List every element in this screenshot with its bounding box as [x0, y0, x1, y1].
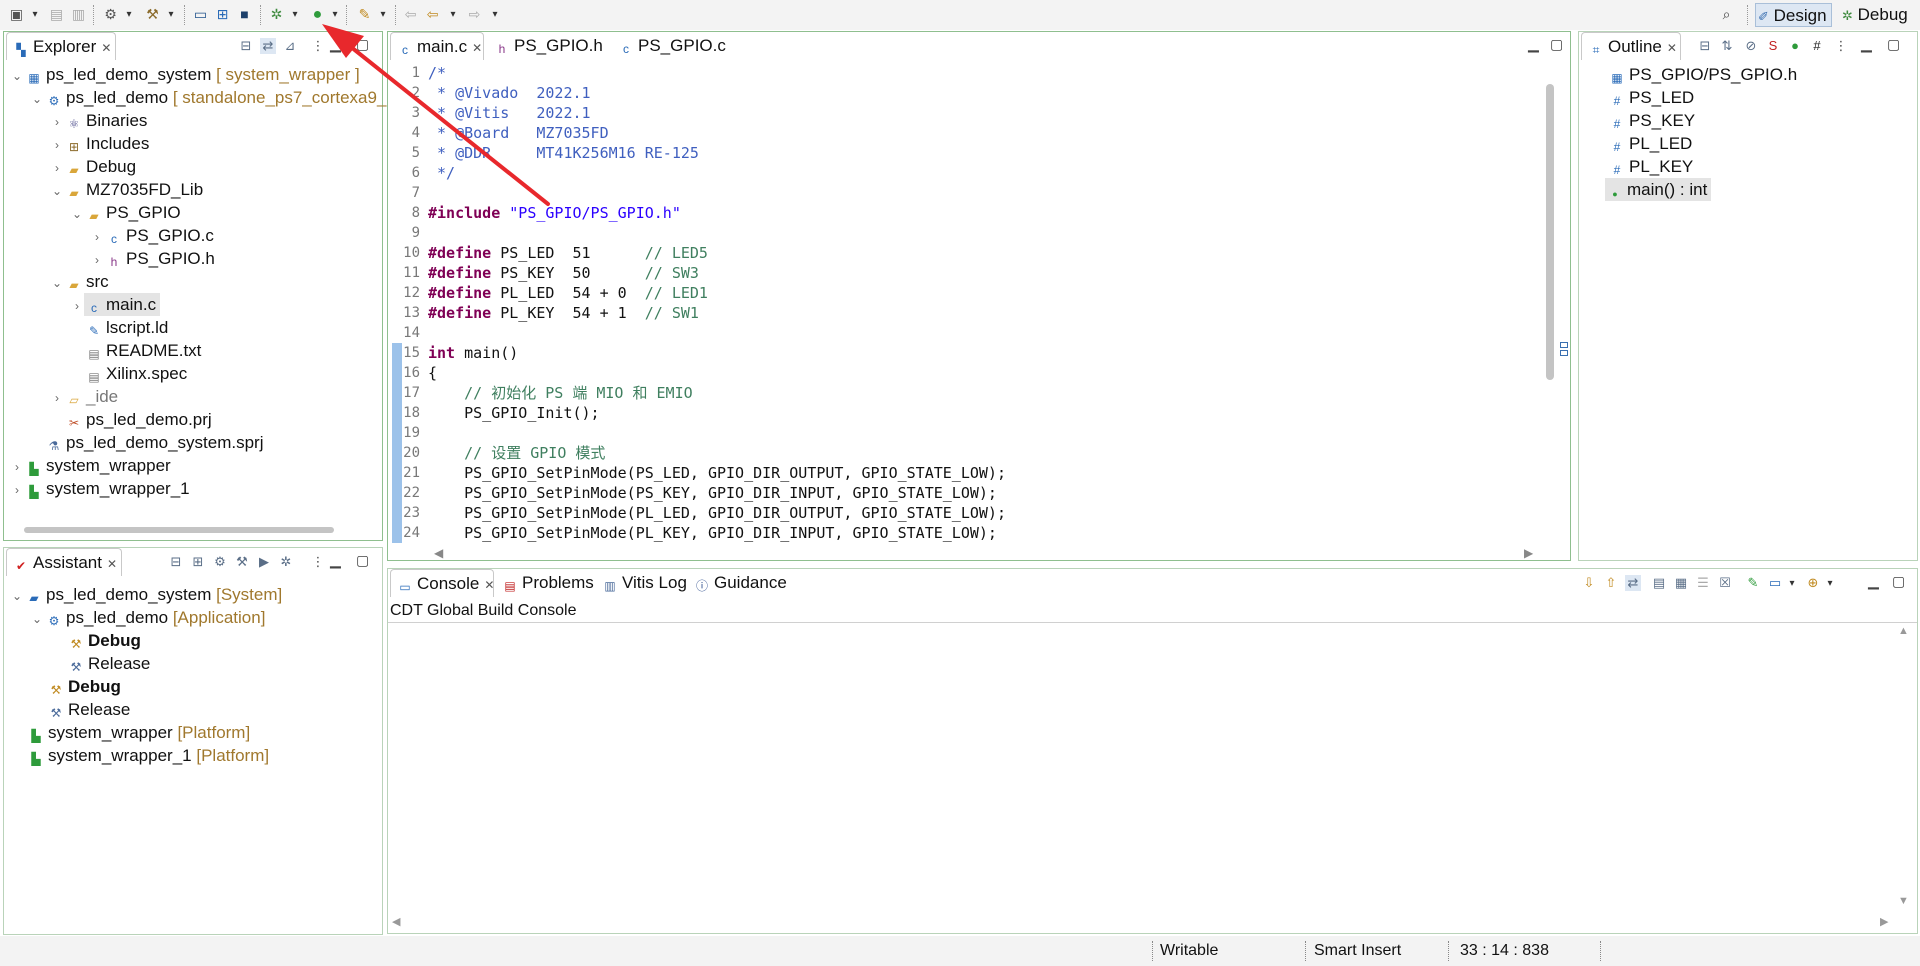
annotation-arrow: [322, 24, 550, 206]
arrow-shaft: [344, 41, 550, 206]
